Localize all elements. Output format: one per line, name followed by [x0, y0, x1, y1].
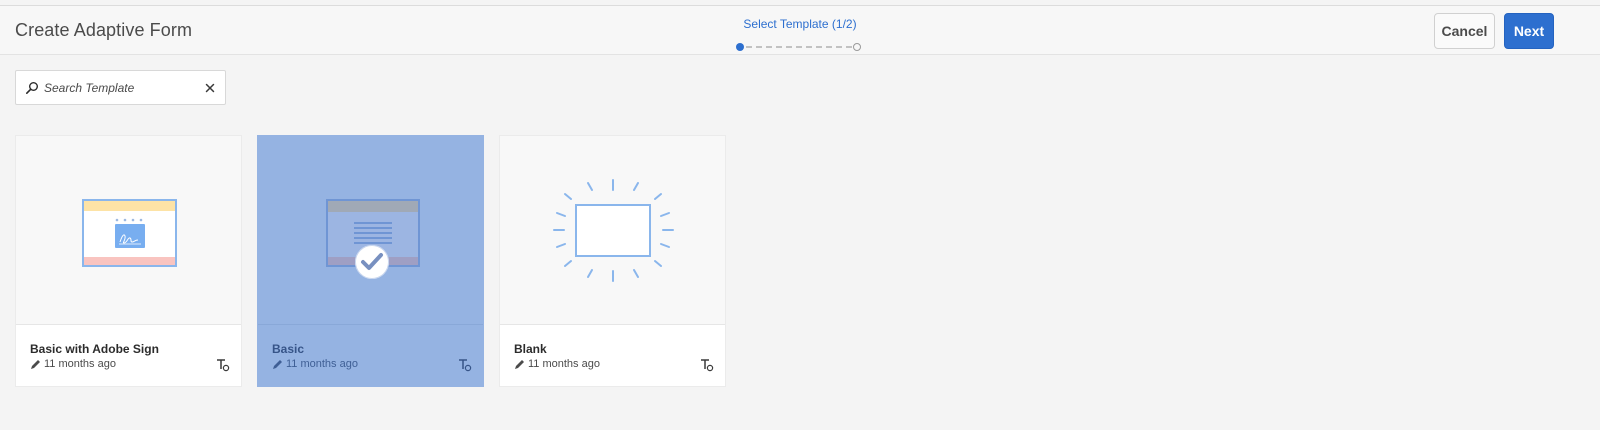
- template-card-blank[interactable]: Blank 11 months ago: [499, 135, 726, 387]
- template-type-icon: [217, 359, 230, 372]
- template-thumbnail: [16, 136, 241, 325]
- template-modified: 11 months ago: [514, 358, 600, 370]
- template-modified-text: 11 months ago: [44, 358, 116, 370]
- page-title: Create Adaptive Form: [15, 20, 193, 40]
- template-type-icon: [701, 359, 714, 372]
- header-bar: Create Adaptive Form Select Template (1/…: [0, 6, 1600, 55]
- template-thumbnail: [258, 136, 483, 325]
- template-card-basic-with-adobe-sign[interactable]: Basic with Adobe Sign 11 months ago: [15, 135, 242, 387]
- search-box: [15, 70, 226, 105]
- pencil-icon: [273, 359, 282, 369]
- wizard-step-1-dot: [736, 43, 744, 51]
- template-title: Basic with Adobe Sign: [30, 342, 159, 356]
- template-type-icon: [459, 359, 472, 372]
- blank-form-icon: [553, 179, 674, 282]
- adobe-sign-form-icon: [82, 199, 177, 267]
- template-title: Basic: [272, 342, 305, 356]
- pencil-icon: [31, 359, 40, 369]
- template-modified-text: 11 months ago: [286, 358, 358, 370]
- template-modified-text: 11 months ago: [528, 358, 600, 370]
- template-card-basic[interactable]: Basic 11 months ago: [257, 135, 484, 387]
- template-modified: 11 months ago: [272, 358, 358, 370]
- search-icon: [25, 82, 38, 94]
- pencil-icon: [515, 359, 524, 369]
- clear-search-icon[interactable]: [203, 81, 217, 95]
- wizard-progress: Select Template (1/2): [736, 16, 866, 51]
- template-thumbnail: [500, 136, 725, 325]
- wizard-step-connector: [746, 46, 852, 48]
- wizard-step-2-dot: [853, 43, 861, 51]
- template-title: Blank: [514, 342, 547, 356]
- wizard-step-label: Select Template (1/2): [743, 17, 857, 31]
- checkmark-icon: [361, 253, 383, 270]
- next-button[interactable]: Next: [1504, 13, 1554, 49]
- template-modified: 11 months ago: [30, 358, 116, 370]
- cancel-button[interactable]: Cancel: [1434, 13, 1495, 49]
- search-input[interactable]: [44, 77, 194, 99]
